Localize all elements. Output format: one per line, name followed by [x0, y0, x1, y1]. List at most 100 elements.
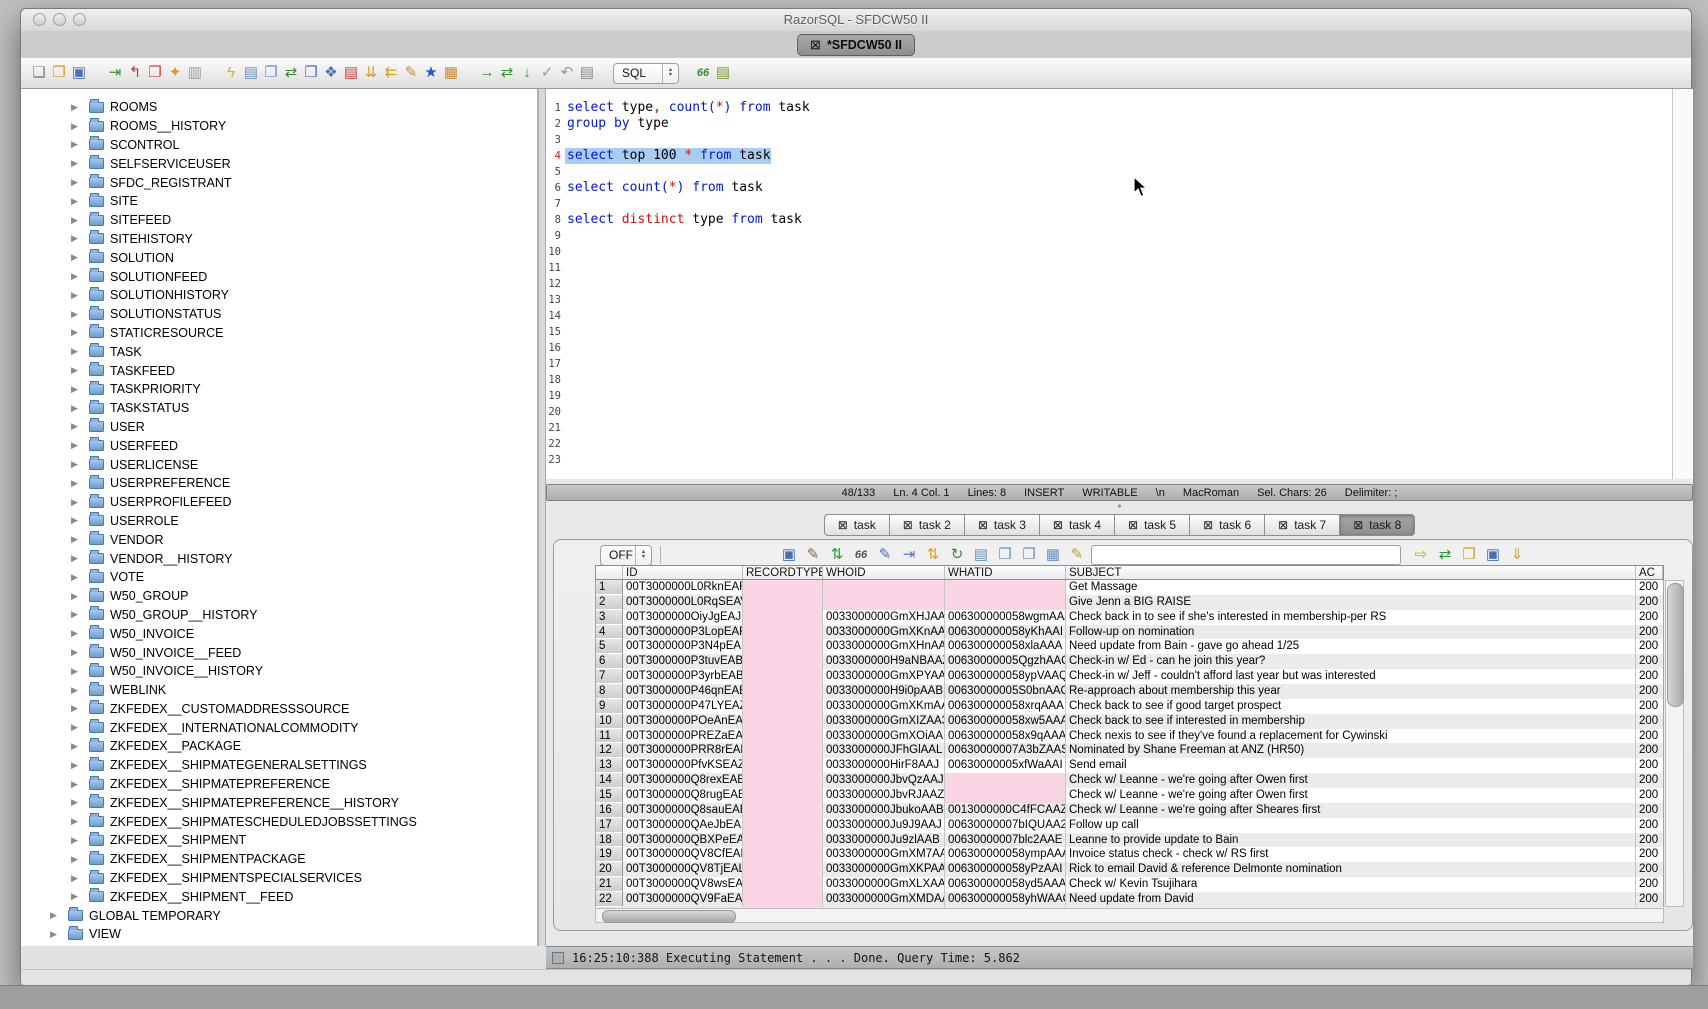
editor-line[interactable]: 16 [546, 340, 1672, 356]
editor-line[interactable]: 6select count(*) from task [546, 180, 1672, 196]
disclosure-triangle-icon[interactable]: ▶ [71, 722, 85, 733]
editor-line[interactable]: 4select top 100 * from task [546, 148, 1672, 164]
tree-item[interactable]: ▶ZKFEDEX__SHIPMATEPREFERENCE [21, 775, 537, 794]
close-tab-icon[interactable]: ⊠ [903, 518, 913, 532]
tree-item[interactable]: ▶TASKPRIORITY [21, 380, 537, 399]
save-results-icon[interactable]: ▣ [779, 545, 799, 565]
create-table-icon[interactable]: ✦ [165, 63, 185, 83]
tree-item[interactable]: ▶SOLUTIONSTATUS [21, 305, 537, 324]
close-tab-icon[interactable]: ⊠ [978, 518, 988, 532]
tree-item[interactable]: ▶W50_INVOICE__FEED [21, 643, 537, 662]
disclosure-triangle-icon[interactable]: ▶ [71, 440, 85, 451]
grid-row[interactable]: 900T3000000P47LYEAZ0033000000GmXKmAAN006… [596, 699, 1663, 714]
auto-commit-select[interactable]: OFF ▲▼ [600, 545, 652, 566]
disclosure-triangle-icon[interactable]: ▶ [71, 384, 85, 395]
disclosure-triangle-icon[interactable]: ▶ [71, 515, 85, 526]
editor-line[interactable]: 13 [546, 292, 1672, 308]
disclosure-triangle-icon[interactable]: ▶ [71, 685, 85, 696]
find-next-icon[interactable]: ⇨ [1411, 545, 1431, 565]
disclosure-triangle-icon[interactable]: ▶ [71, 271, 85, 282]
editor-line[interactable]: 8select distinct type from task [546, 212, 1672, 228]
tree-item[interactable]: ▶ZKFEDEX__SHIPMENTPACKAGE [21, 850, 537, 869]
tree-item[interactable]: ▶SITE [21, 192, 537, 211]
tree-item[interactable]: ▶USER [21, 418, 537, 437]
grid-row[interactable]: 300T3000000OiyJgEAJ0033000000GmXHJAA3006… [596, 610, 1663, 625]
edit-sql-icon[interactable]: ✎ [401, 63, 421, 83]
splitter-grip-icon[interactable]: ● [546, 503, 1693, 511]
disclosure-triangle-icon[interactable]: ▶ [71, 365, 85, 376]
grid-row[interactable]: 1800T3000000QBXPeEAP0033000000Ju9zlAAB00… [596, 833, 1663, 848]
tree-item[interactable]: ▶SELFSERVICEUSER [21, 154, 537, 173]
tree-item[interactable]: ▶SITEHISTORY [21, 230, 537, 249]
edit-cell-icon[interactable]: ✎ [875, 545, 895, 565]
tree-item[interactable]: ▶TASKFEED [21, 361, 537, 380]
column-header[interactable] [596, 566, 623, 579]
save-grid-icon[interactable]: ▣ [1483, 545, 1503, 565]
grid-row[interactable]: 600T3000000P3tuvEAB0033000000H9aNBAAZ006… [596, 654, 1663, 669]
close-tab-icon[interactable]: ⊠ [1128, 518, 1138, 532]
disclosure-triangle-icon[interactable]: ▶ [71, 628, 85, 639]
editor-line[interactable]: 3 [546, 132, 1672, 148]
editor-line[interactable]: 11 [546, 260, 1672, 276]
shift-lines-left-icon[interactable]: ⇇ [381, 63, 401, 83]
save-icon[interactable]: ▣ [69, 63, 89, 83]
refresh-results-icon[interactable]: ⇅ [827, 545, 847, 565]
quotes-66-icon[interactable]: 66 [693, 63, 713, 83]
disclosure-triangle-icon[interactable]: ▶ [71, 591, 85, 602]
editor-line[interactable]: 22 [546, 436, 1672, 452]
export-document-icon[interactable]: ❐ [261, 63, 281, 83]
stepper-icon[interactable]: ▲▼ [662, 64, 678, 83]
tree-item[interactable]: ▶SITEFEED [21, 211, 537, 230]
disclosure-triangle-icon[interactable]: ▶ [71, 459, 85, 470]
tree-item[interactable]: ▶USERLICENSE [21, 455, 537, 474]
grid-row[interactable]: 400T3000000P3LopEAF0033000000GmXKnAAN006… [596, 625, 1663, 640]
disclosure-triangle-icon[interactable]: ▶ [71, 403, 85, 414]
grid-row[interactable]: 1400T3000000Q8rexEAB0033000000JbvQzAAJCh… [596, 773, 1663, 788]
tree-item[interactable]: ▶ZKFEDEX__SHIPMENTSPECIALSERVICES [21, 869, 537, 888]
tree-item[interactable]: ▶ZKFEDEX__SHIPMATEPREFERENCE__HISTORY [21, 793, 537, 812]
copy-rows-icon[interactable]: ❐ [1019, 545, 1039, 565]
tree-item[interactable]: ▶W50_INVOICE__HISTORY [21, 662, 537, 681]
scrollbar-thumb[interactable] [602, 910, 736, 923]
reload-table-icon[interactable]: ↻ [947, 545, 967, 565]
disclosure-triangle-icon[interactable]: ▶ [71, 309, 85, 320]
scroll-bottom-icon[interactable]: ⇓ [1507, 545, 1527, 565]
grid-row[interactable]: 1200T3000000PRR8rEAH0033000000JFhGlAAL00… [596, 743, 1663, 758]
tree-item[interactable]: ▶W50_GROUP [21, 587, 537, 606]
disclosure-triangle-icon[interactable]: ▶ [71, 572, 85, 583]
result-tab[interactable]: ⊠task 6 [1190, 514, 1265, 536]
tree-item[interactable]: ▶ZKFEDEX__CUSTOMADDRESSSOURCE [21, 700, 537, 719]
grid-row[interactable]: 1000T3000000POeAnEAL0033000000GmXIZAA300… [596, 714, 1663, 729]
execute-statement-icon[interactable]: → [477, 63, 497, 83]
disclosure-triangle-icon[interactable]: ▶ [71, 741, 85, 752]
export-table-icon[interactable]: ▦ [441, 63, 461, 83]
column-header[interactable]: WHATID [945, 566, 1066, 579]
editor-line[interactable]: 5 [546, 164, 1672, 180]
highlight-search-icon[interactable]: ✎ [1067, 545, 1087, 565]
notebook-icon[interactable]: ❒ [301, 63, 321, 83]
column-header[interactable]: ID [623, 566, 743, 579]
connection-tab[interactable]: ⊠ *SFDCW50 II [797, 34, 915, 56]
scrollbar-thumb[interactable] [1667, 583, 1684, 707]
grid-row[interactable]: 1600T3000000Q8sauEAB0033000000JbukoAAB00… [596, 803, 1663, 818]
close-tab-icon[interactable]: ⊠ [1053, 518, 1063, 532]
rollback-icon[interactable]: ↶ [557, 63, 577, 83]
database-icon[interactable]: ▥ [185, 63, 205, 83]
tree-item[interactable]: ▶TASKSTATUS [21, 399, 537, 418]
disclosure-triangle-icon[interactable]: ▶ [71, 534, 85, 545]
close-tab-icon[interactable]: ⊠ [1353, 518, 1363, 532]
disclosure-triangle-icon[interactable]: ▶ [71, 779, 85, 790]
grid-row[interactable]: 2000T3000000QV8TjEAL0033000000GmXKPAA300… [596, 862, 1663, 877]
describe-result-icon[interactable]: ▤ [971, 545, 991, 565]
pane-splitter[interactable] [538, 89, 546, 946]
tree-item[interactable]: ▶ROOMS__HISTORY [21, 117, 537, 136]
disclosure-triangle-icon[interactable]: ▶ [71, 854, 85, 865]
close-tab-icon[interactable]: ⊠ [838, 518, 848, 532]
refresh-document-icon[interactable]: ⇄ [281, 63, 301, 83]
disclosure-triangle-icon[interactable]: ▶ [71, 215, 85, 226]
tree-item[interactable]: ▶USERPREFERENCE [21, 474, 537, 493]
disclosure-triangle-icon[interactable]: ▶ [71, 327, 85, 338]
disclosure-triangle-icon[interactable]: ▶ [50, 929, 64, 940]
sql-editor[interactable]: 1select type, count(*) from task2group b… [546, 89, 1693, 479]
tree-item[interactable]: ▶USERROLE [21, 512, 537, 531]
